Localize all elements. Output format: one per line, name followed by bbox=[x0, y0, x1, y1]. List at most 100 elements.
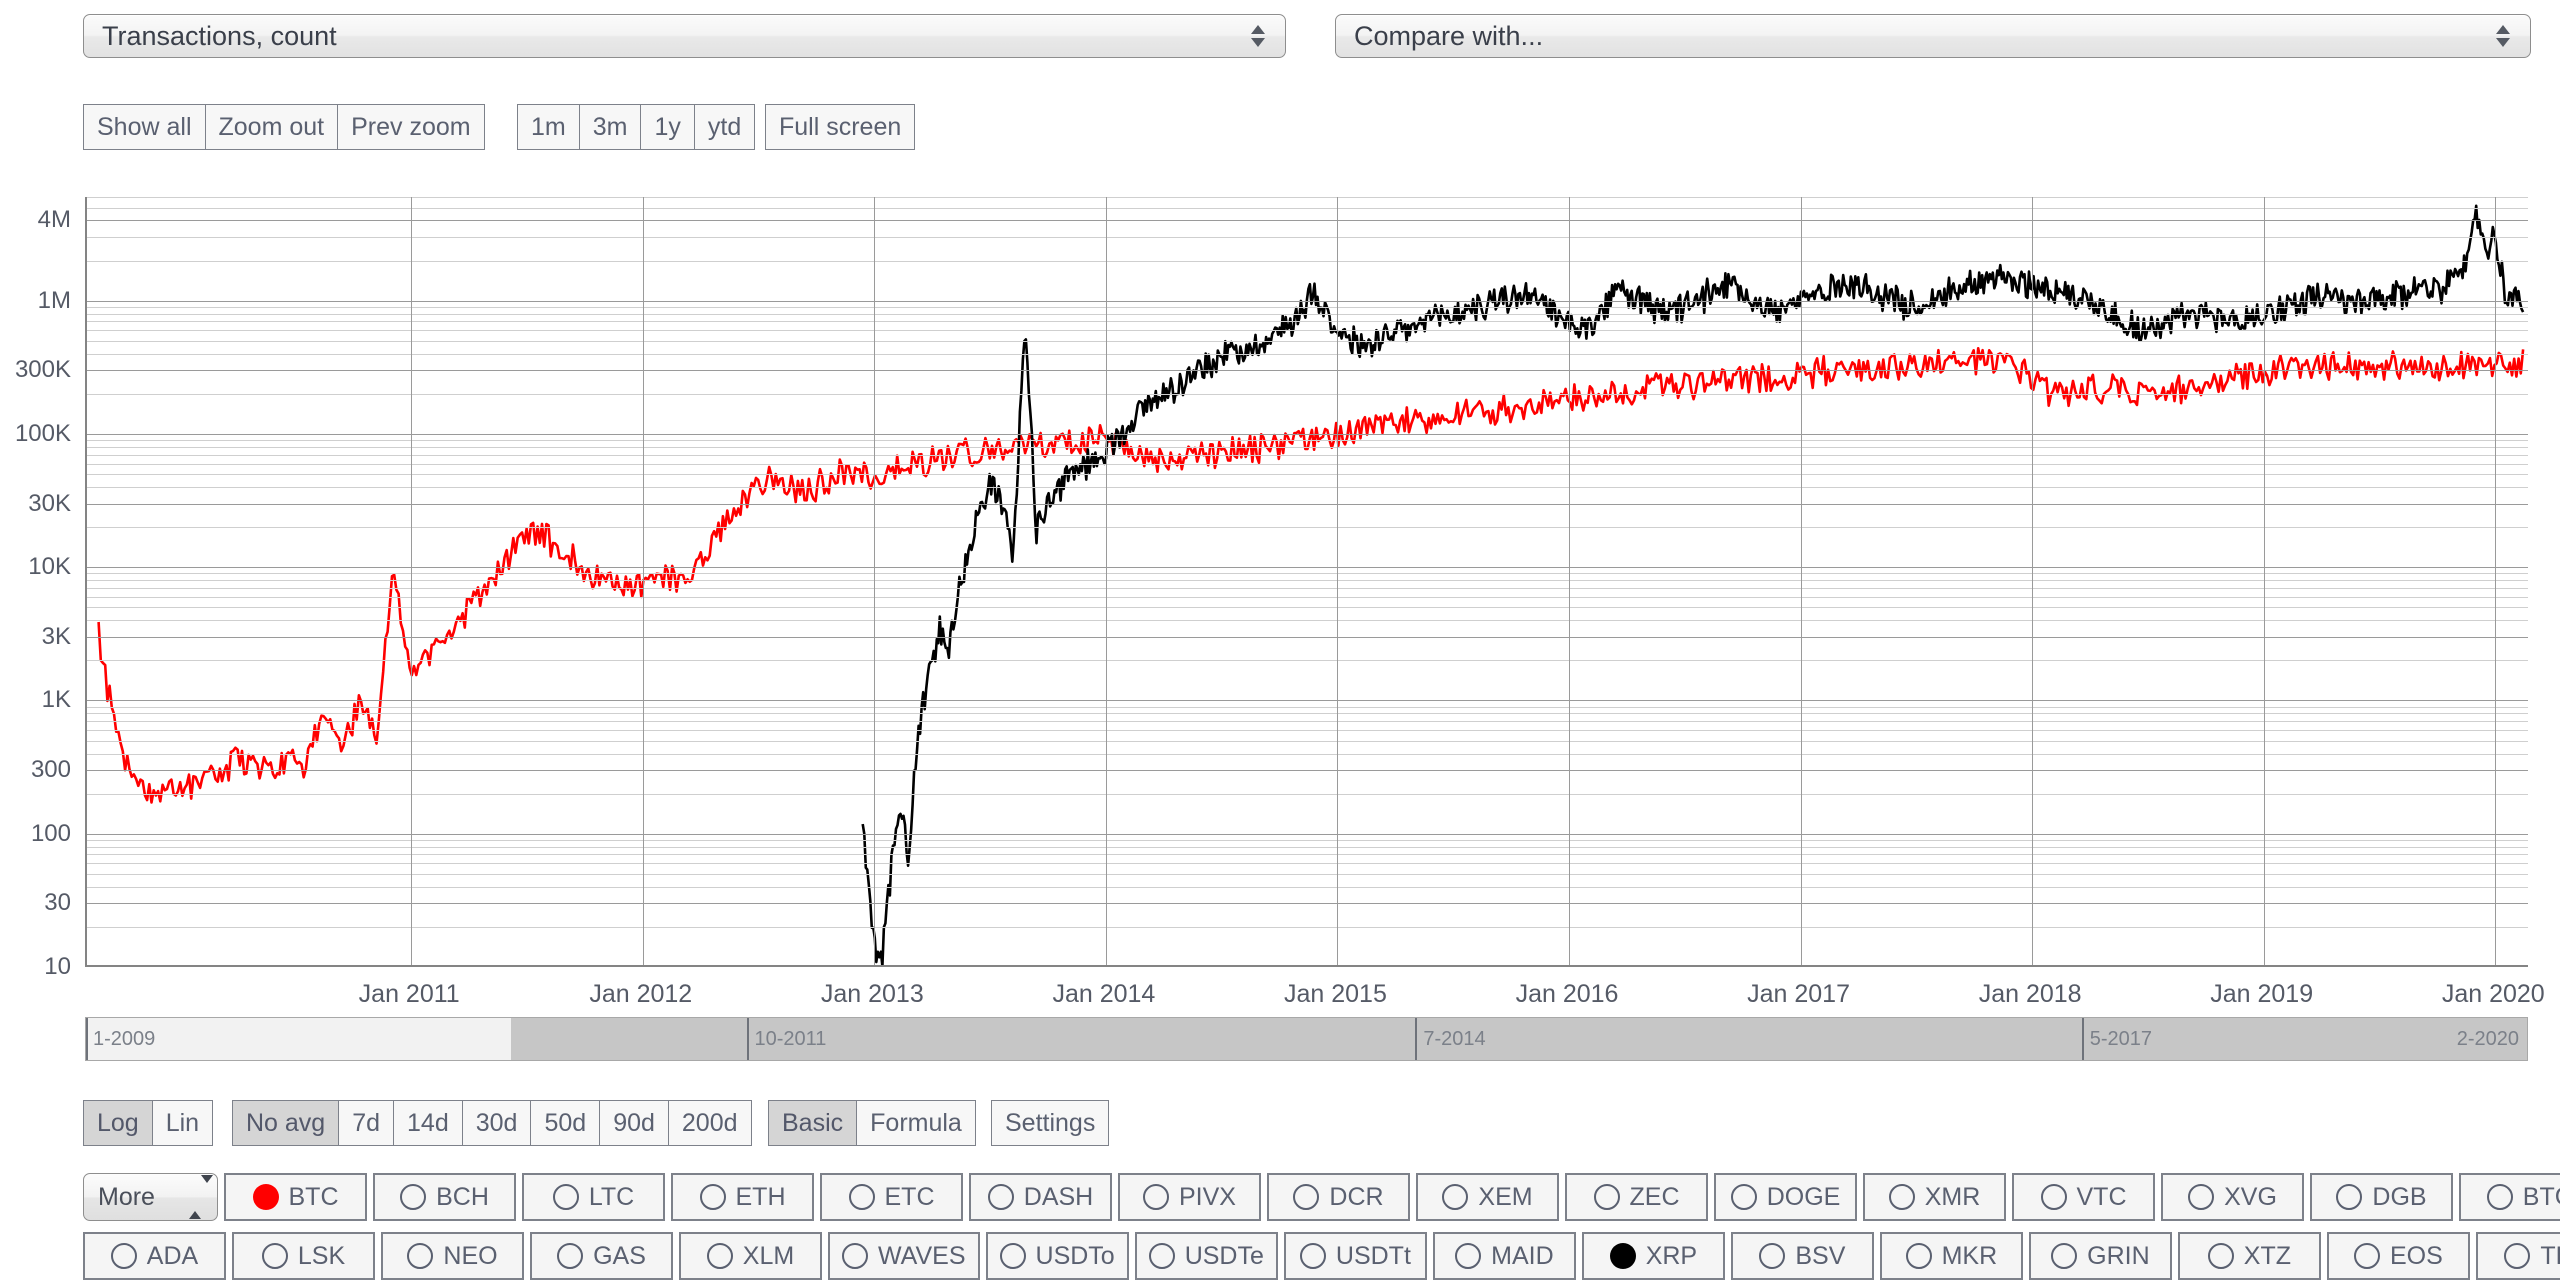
grid-line-major bbox=[87, 433, 2528, 435]
zoom-nav-button-show-all[interactable]: Show all bbox=[83, 104, 206, 150]
grid-line-minor bbox=[87, 846, 2528, 848]
coin-button-dcr[interactable]: DCR bbox=[1267, 1173, 1410, 1221]
coin-ticker-label: ETH bbox=[735, 1182, 786, 1211]
mode-button-formula[interactable]: Formula bbox=[856, 1100, 976, 1146]
coin-empty-circle-icon bbox=[999, 1243, 1026, 1269]
coin-button-gas[interactable]: GAS bbox=[530, 1232, 673, 1280]
average-button-90d[interactable]: 90d bbox=[599, 1100, 669, 1146]
scale-button-log[interactable]: Log bbox=[83, 1100, 153, 1146]
zoom-nav-button-prev-zoom[interactable]: Prev zoom bbox=[337, 104, 485, 150]
coin-empty-circle-icon bbox=[842, 1243, 868, 1269]
navigator-tick bbox=[1415, 1018, 1418, 1060]
coin-button-xem[interactable]: XEM bbox=[1416, 1173, 1559, 1221]
grid-line-minor bbox=[87, 753, 2528, 755]
coin-ticker-label: DGB bbox=[2372, 1182, 2427, 1211]
coin-button-doge[interactable]: DOGE bbox=[1714, 1173, 1857, 1221]
settings-button[interactable]: Settings bbox=[991, 1100, 1110, 1146]
coin-button-mkr[interactable]: MKR bbox=[1879, 1232, 2023, 1280]
coin-button-xrp[interactable]: XRP bbox=[1581, 1232, 1725, 1280]
grid-line-minor bbox=[87, 607, 2528, 609]
zoom-nav-button-zoom-out[interactable]: Zoom out bbox=[204, 104, 339, 150]
grid-line-minor bbox=[87, 197, 2528, 198]
coin-empty-circle-icon bbox=[699, 1184, 726, 1210]
coin-button-usdtt[interactable]: USDTt bbox=[1283, 1232, 1427, 1280]
coin-button-dash[interactable]: DASH bbox=[969, 1173, 1112, 1221]
coin-button-eos[interactable]: EOS bbox=[2326, 1232, 2470, 1280]
y-axis-tick-label: 300K bbox=[14, 356, 71, 384]
chart-plot-area[interactable] bbox=[85, 197, 2528, 967]
grid-line-minor bbox=[87, 873, 2528, 875]
average-button-200d[interactable]: 200d bbox=[667, 1100, 752, 1146]
coin-button-maid[interactable]: MAID bbox=[1432, 1232, 1576, 1280]
grid-line-vertical bbox=[1800, 197, 1802, 965]
coin-ticker-label: EOS bbox=[2389, 1241, 2443, 1270]
coin-button-xvg[interactable]: XVG bbox=[2161, 1173, 2304, 1221]
average-button-30d[interactable]: 30d bbox=[461, 1100, 532, 1146]
coin-button-etc[interactable]: ETC bbox=[820, 1173, 963, 1221]
navigator-tick bbox=[86, 1018, 88, 1060]
grid-line-minor bbox=[87, 474, 2528, 476]
average-button-no-avg[interactable]: No avg bbox=[232, 1100, 340, 1146]
coin-button-ltc[interactable]: LTC bbox=[522, 1173, 665, 1221]
range-button-3m[interactable]: 3m bbox=[578, 104, 642, 150]
coin-empty-circle-icon bbox=[261, 1243, 288, 1269]
coin-button-usdte[interactable]: USDTe bbox=[1134, 1232, 1278, 1280]
more-coins-label: More bbox=[98, 1182, 155, 1211]
grid-line-major bbox=[87, 220, 2528, 222]
coin-button-ada[interactable]: ADA bbox=[83, 1232, 226, 1280]
y-axis-tick-label: 4M bbox=[37, 206, 71, 234]
coin-button-btc[interactable]: BTC bbox=[224, 1173, 367, 1221]
coin-button-pivx[interactable]: PIVX bbox=[1118, 1173, 1261, 1221]
scale-button-group: Log Lin bbox=[83, 1100, 214, 1146]
scale-button-lin[interactable]: Lin bbox=[151, 1100, 214, 1146]
coin-button-xlm[interactable]: XLM bbox=[679, 1232, 822, 1280]
coin-ticker-label: XMR bbox=[1924, 1182, 1981, 1211]
coin-button-eth[interactable]: ETH bbox=[671, 1173, 814, 1221]
coin-empty-circle-icon bbox=[1299, 1243, 1326, 1269]
average-button-50d[interactable]: 50d bbox=[530, 1100, 601, 1146]
coin-button-grin[interactable]: GRIN bbox=[2028, 1232, 2172, 1280]
coin-button-zec[interactable]: ZEC bbox=[1565, 1173, 1708, 1221]
compare-select[interactable]: Compare with... bbox=[1335, 14, 2531, 58]
coin-button-usdto[interactable]: USDTo bbox=[985, 1232, 1129, 1280]
coin-empty-circle-icon bbox=[2353, 1243, 2380, 1269]
coin-button-vtc[interactable]: VTC bbox=[2012, 1173, 2155, 1221]
coin-button-dgb[interactable]: DGB bbox=[2310, 1173, 2453, 1221]
coin-empty-circle-icon bbox=[407, 1243, 434, 1269]
coin-selected-dot-icon bbox=[252, 1184, 279, 1210]
range-button-1m[interactable]: 1m bbox=[517, 104, 580, 150]
average-button-7d[interactable]: 7d bbox=[338, 1100, 395, 1146]
coin-button-bsv[interactable]: BSV bbox=[1730, 1232, 1874, 1280]
mode-button-basic[interactable]: Basic bbox=[768, 1100, 858, 1146]
coin-button-lsk[interactable]: LSK bbox=[232, 1232, 375, 1280]
grid-line-minor bbox=[87, 353, 2528, 355]
grid-line-minor bbox=[87, 839, 2528, 841]
grid-line-major bbox=[87, 833, 2528, 835]
coin-button-trx[interactable]: TRX bbox=[2475, 1232, 2560, 1280]
grid-line-major bbox=[87, 300, 2528, 302]
range-button-1y[interactable]: 1y bbox=[640, 104, 695, 150]
coin-empty-circle-icon bbox=[400, 1184, 427, 1210]
average-button-14d[interactable]: 14d bbox=[393, 1100, 463, 1146]
full-screen-button[interactable]: Full screen bbox=[765, 104, 916, 150]
x-axis-tick-label: Jan 2017 bbox=[1747, 980, 1850, 1008]
coin-ticker-label: USDTo bbox=[1035, 1241, 1115, 1270]
range-navigator[interactable]: 1-2009 10-2011 7-2014 5-2017 2-2020 bbox=[85, 1017, 2528, 1061]
navigator-date-label: 7-2014 bbox=[1423, 1028, 1486, 1050]
coin-button-btg[interactable]: BTG bbox=[2459, 1173, 2560, 1221]
grid-line-minor bbox=[87, 440, 2528, 442]
y-axis-tick-label: 10 bbox=[44, 953, 71, 980]
more-coins-select[interactable]: More bbox=[83, 1173, 218, 1221]
y-axis-tick-label: 1K bbox=[41, 686, 71, 714]
coin-button-bch[interactable]: BCH bbox=[373, 1173, 516, 1221]
coin-button-xtz[interactable]: XTZ bbox=[2177, 1232, 2321, 1280]
coin-button-waves[interactable]: WAVES bbox=[828, 1232, 980, 1280]
grid-line-minor bbox=[87, 321, 2528, 323]
coin-button-neo[interactable]: NEO bbox=[381, 1232, 524, 1280]
metric-select[interactable]: Transactions, count bbox=[83, 14, 1286, 58]
coin-button-xmr[interactable]: XMR bbox=[1863, 1173, 2006, 1221]
grid-line-minor bbox=[87, 793, 2528, 795]
range-button-ytd[interactable]: ytd bbox=[693, 104, 756, 150]
grid-line-minor bbox=[87, 580, 2528, 582]
grid-line-vertical bbox=[2263, 197, 2265, 965]
